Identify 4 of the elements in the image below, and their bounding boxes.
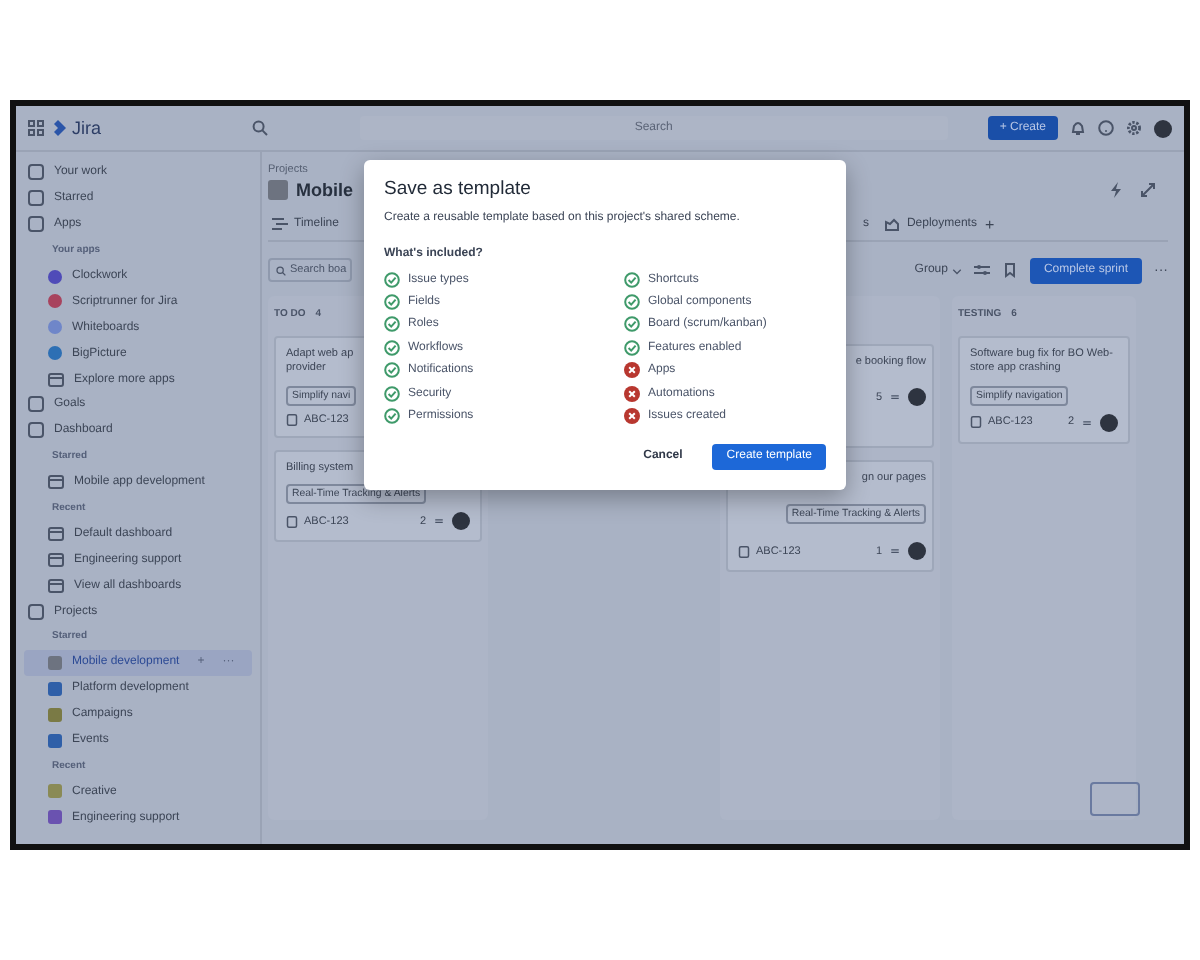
product-name: Jira: [72, 118, 102, 138]
dialog-title: Save as template: [384, 178, 533, 200]
add-tab-button[interactable]: +: [980, 208, 999, 240]
project-title: Mobile: [296, 180, 353, 200]
